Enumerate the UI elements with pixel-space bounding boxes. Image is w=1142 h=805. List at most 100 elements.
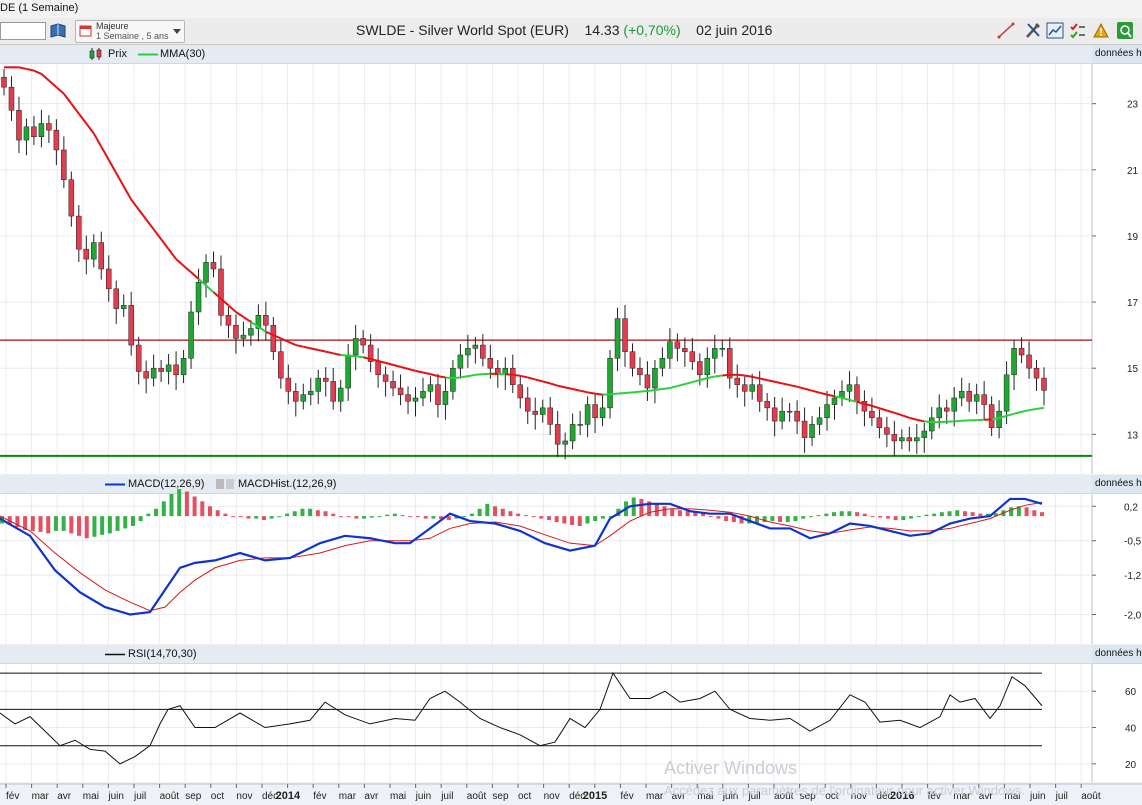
candle-body — [727, 348, 733, 379]
candle-body — [554, 424, 561, 445]
macd-hist-bar — [462, 516, 467, 518]
x-tick-label: juin — [1029, 791, 1046, 802]
candle-body — [547, 407, 553, 425]
y-tick-label-macd-3: -2,0 — [1124, 610, 1142, 621]
candle-body — [442, 391, 449, 405]
macd-hist-bar — [793, 516, 798, 522]
candle-body — [704, 358, 711, 376]
y-tick-label-macd-2: -1,2 — [1124, 571, 1142, 582]
x-tick-label: nov — [236, 791, 252, 802]
candle-body — [958, 391, 965, 399]
candle-body — [105, 268, 112, 290]
macd-hist-bar — [916, 516, 921, 518]
macd-hist-bar — [493, 506, 498, 517]
candle-body — [113, 288, 119, 309]
macd-hist-bar — [192, 496, 197, 517]
macd-hist-bar — [816, 515, 821, 517]
macd-hist-bar — [184, 491, 189, 517]
macd-hist-bar — [231, 516, 236, 518]
candle-body — [884, 427, 890, 435]
macd-hist-bar — [377, 516, 382, 518]
macd-hist-bar — [1024, 507, 1029, 517]
macd-hist-bar — [554, 516, 559, 523]
x-tick-label: sep — [492, 791, 509, 802]
candle-body — [869, 410, 875, 419]
macd-hist-bar — [53, 516, 58, 531]
y-tick-label-price-13: 13 — [1127, 430, 1139, 441]
macd-hist-bar — [200, 501, 205, 517]
candle-body — [682, 348, 688, 352]
macd-hist-bar — [585, 516, 590, 524]
mma-segment — [1028, 407, 1037, 412]
candle-body — [607, 358, 613, 409]
candle-body — [150, 367, 157, 379]
candle-body — [943, 407, 950, 412]
macd-hist-bar — [577, 516, 582, 526]
macd-hist-bar — [862, 513, 867, 517]
candle-body — [83, 248, 90, 260]
macd-hist-bar — [770, 516, 775, 522]
macd-hist-bar — [500, 508, 505, 517]
macd-hist-bar — [161, 501, 166, 517]
macd-hist-bar — [824, 513, 829, 517]
x-tick-label: mai — [83, 791, 99, 802]
candle-body — [285, 377, 292, 392]
macd-hist-bar — [477, 508, 482, 517]
mma-segment — [617, 391, 626, 395]
mma-segment — [467, 373, 476, 378]
macd-hist-bar — [423, 516, 428, 519]
plot-area-0 — [0, 64, 1092, 474]
macd-hist-bar — [46, 516, 51, 534]
candle-body — [487, 358, 494, 369]
mma-segment — [460, 375, 469, 379]
mma-segment — [452, 376, 461, 380]
macd-hist-bar — [223, 513, 228, 517]
candle-body — [831, 397, 838, 405]
chart-canvas[interactable]: 1315171921230,2-0,5-1,2-2,0204060fév mar a… — [0, 0, 1142, 805]
macd-hist-bar — [785, 516, 790, 523]
mma-segment — [587, 391, 596, 395]
candle-body — [674, 341, 681, 349]
x-tick-label: juil — [440, 791, 453, 802]
macd-hist-bar — [338, 516, 343, 518]
macd-hist-bar — [385, 514, 390, 517]
candle-body — [524, 397, 531, 412]
macd-hist-bar — [331, 513, 336, 517]
candle-body — [667, 341, 673, 359]
x-tick-label: fév — [313, 791, 326, 802]
macd-hist-bar — [1009, 507, 1014, 517]
candle-body — [577, 424, 583, 426]
candle-body — [786, 410, 793, 413]
macd-hist-bar — [115, 516, 120, 531]
mma-segment — [744, 374, 753, 378]
candle-body — [218, 268, 224, 316]
candle-body — [480, 344, 486, 359]
candle-body — [98, 242, 105, 270]
mma-segment — [647, 389, 656, 392]
candle-body — [233, 324, 239, 339]
macd-hist-bar — [1040, 512, 1044, 517]
x-tick-label: août — [1081, 791, 1101, 802]
candle-body — [360, 338, 366, 346]
macd-hist-bar — [778, 516, 783, 523]
macd-hist-bar — [677, 510, 682, 517]
candle-body — [352, 338, 359, 356]
candle-body — [397, 387, 404, 395]
candle-body — [622, 318, 628, 352]
mma-segment — [924, 420, 932, 424]
candle-body — [854, 384, 860, 402]
x-tick-label: août — [467, 791, 487, 802]
macd-hist-bar — [346, 516, 351, 518]
candle-body — [315, 377, 321, 392]
macd-hist-bar — [238, 516, 243, 518]
macd-hist-bar — [947, 511, 952, 517]
x-tick-label: juin — [415, 791, 432, 802]
candle-body — [91, 242, 97, 260]
candle-body — [1041, 377, 1047, 391]
candle-body — [240, 334, 247, 339]
candle-body — [517, 384, 524, 399]
macd-hist-bar — [654, 503, 659, 517]
candle-body — [180, 358, 187, 376]
y-tick-label-macd-0: 0,2 — [1124, 502, 1138, 513]
candle-body — [973, 394, 980, 402]
